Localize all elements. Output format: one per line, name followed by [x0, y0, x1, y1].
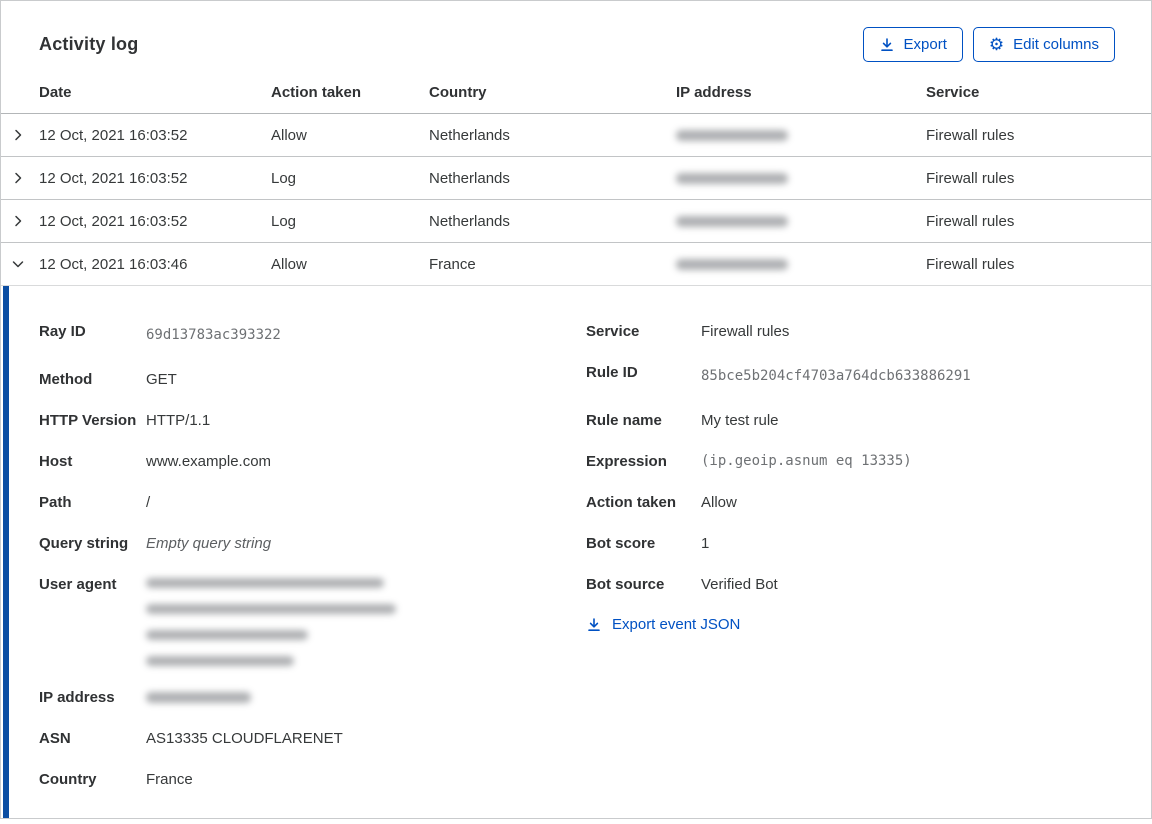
topbar: Activity log Export ⚙ Edit columns [1, 1, 1151, 62]
expand-row-button[interactable] [1, 170, 39, 186]
cell-country: Netherlands [429, 170, 676, 187]
cell-action-taken: Log [271, 213, 429, 230]
cell-country: France [429, 256, 676, 273]
chevron-right-icon [10, 170, 26, 186]
detail-row-query-string: Query string Empty query string [39, 534, 586, 553]
column-header-service: Service [926, 84, 1151, 101]
detail-row-path: Path / [39, 493, 586, 512]
cell-date: 12 Oct, 2021 16:03:52 [39, 170, 271, 187]
expand-row-button[interactable] [1, 127, 39, 143]
cell-country: Netherlands [429, 213, 676, 230]
table-row[interactable]: 12 Oct, 2021 16:03:52 Log Netherlands Fi… [1, 200, 1151, 243]
detail-row-bot-score: Bot score 1 [586, 534, 1115, 553]
bot-source-value: Verified Bot [701, 575, 778, 594]
column-header-action-taken: Action taken [271, 84, 429, 101]
chevron-right-icon [10, 213, 26, 229]
detail-row-ip-address: IP address [39, 688, 586, 707]
column-header-date: Date [39, 84, 271, 101]
cell-ip-redacted [676, 259, 926, 270]
detail-row-rule-name: Rule name My test rule [586, 411, 1115, 430]
activity-log-panel: Activity log Export ⚙ Edit columns Date … [0, 0, 1152, 819]
export-button-label: Export [904, 35, 947, 54]
detail-left-column: Ray ID 69d13783ac393322 Method GET HTTP … [39, 322, 586, 811]
collapse-row-button[interactable] [1, 256, 39, 272]
rule-id-value: 85bce5b204cf4703a764dcb633886291 [701, 363, 971, 389]
event-detail-panel: Ray ID 69d13783ac393322 Method GET HTTP … [1, 286, 1151, 818]
detail-right-column: Service Firewall rules Rule ID 85bce5b20… [586, 322, 1115, 811]
host-value: www.example.com [146, 452, 271, 471]
column-header-country: Country [429, 84, 676, 101]
asn-value: AS13335 CLOUDFLARENET [146, 729, 343, 748]
detail-row-method: Method GET [39, 370, 586, 389]
cell-service: Firewall rules [926, 127, 1151, 144]
detail-row-host: Host www.example.com [39, 452, 586, 471]
cell-country: Netherlands [429, 127, 676, 144]
edit-columns-button-label: Edit columns [1013, 35, 1099, 54]
page-title: Activity log [39, 34, 138, 55]
export-event-json-link[interactable]: Export event JSON [586, 616, 1115, 633]
rule-name-value: My test rule [701, 411, 779, 430]
export-event-json-label: Export event JSON [612, 616, 740, 633]
chevron-right-icon [10, 127, 26, 143]
cell-action-taken: Allow [271, 256, 429, 273]
cell-ip-redacted [676, 173, 926, 184]
cell-service: Firewall rules [926, 256, 1151, 273]
export-button[interactable]: Export [863, 27, 963, 62]
header-actions: Export ⚙ Edit columns [863, 27, 1115, 62]
cell-service: Firewall rules [926, 213, 1151, 230]
chevron-down-icon [10, 256, 26, 272]
detail-row-country: Country France [39, 770, 586, 789]
edit-columns-button[interactable]: ⚙ Edit columns [973, 27, 1115, 62]
detail-row-rule-id: Rule ID 85bce5b204cf4703a764dcb633886291 [586, 363, 1115, 389]
http-version-value: HTTP/1.1 [146, 411, 210, 430]
detail-row-http-version: HTTP Version HTTP/1.1 [39, 411, 586, 430]
table-row-expanded[interactable]: 12 Oct, 2021 16:03:46 Allow France Firew… [1, 243, 1151, 286]
download-icon [586, 617, 602, 633]
cell-ip-redacted [676, 130, 926, 141]
bot-score-value: 1 [701, 534, 709, 553]
detail-row-service: Service Firewall rules [586, 322, 1115, 341]
detail-row-expression: Expression (ip.geoip.asnum eq 13335) [586, 452, 1115, 471]
detail-row-action-taken: Action taken Allow [586, 493, 1115, 512]
gear-icon: ⚙ [989, 37, 1004, 53]
detail-row-asn: ASN AS13335 CLOUDFLARENET [39, 729, 586, 748]
query-string-value: Empty query string [146, 534, 271, 553]
cell-date: 12 Oct, 2021 16:03:46 [39, 256, 271, 273]
expression-value: (ip.geoip.asnum eq 13335) [701, 452, 912, 471]
table-header: Date Action taken Country IP address Ser… [1, 84, 1151, 114]
expand-row-button[interactable] [1, 213, 39, 229]
cell-service: Firewall rules [926, 170, 1151, 187]
ray-id-value: 69d13783ac393322 [146, 322, 281, 348]
cell-date: 12 Oct, 2021 16:03:52 [39, 127, 271, 144]
method-value: GET [146, 370, 177, 389]
cell-action-taken: Allow [271, 127, 429, 144]
column-header-ip-address: IP address [676, 84, 926, 101]
ip-address-redacted-value [146, 692, 251, 703]
country-value: France [146, 770, 193, 789]
path-value: / [146, 493, 150, 512]
download-icon [879, 37, 895, 53]
cell-date: 12 Oct, 2021 16:03:52 [39, 213, 271, 230]
detail-row-ray-id: Ray ID 69d13783ac393322 [39, 322, 586, 348]
table-row[interactable]: 12 Oct, 2021 16:03:52 Log Netherlands Fi… [1, 157, 1151, 200]
service-value: Firewall rules [701, 322, 789, 341]
action-taken-value: Allow [701, 493, 737, 512]
table-row[interactable]: 12 Oct, 2021 16:03:52 Allow Netherlands … [1, 114, 1151, 157]
user-agent-redacted-value [146, 575, 396, 666]
cell-action-taken: Log [271, 170, 429, 187]
detail-row-user-agent: User agent [39, 575, 586, 666]
cell-ip-redacted [676, 216, 926, 227]
detail-row-bot-source: Bot source Verified Bot [586, 575, 1115, 594]
